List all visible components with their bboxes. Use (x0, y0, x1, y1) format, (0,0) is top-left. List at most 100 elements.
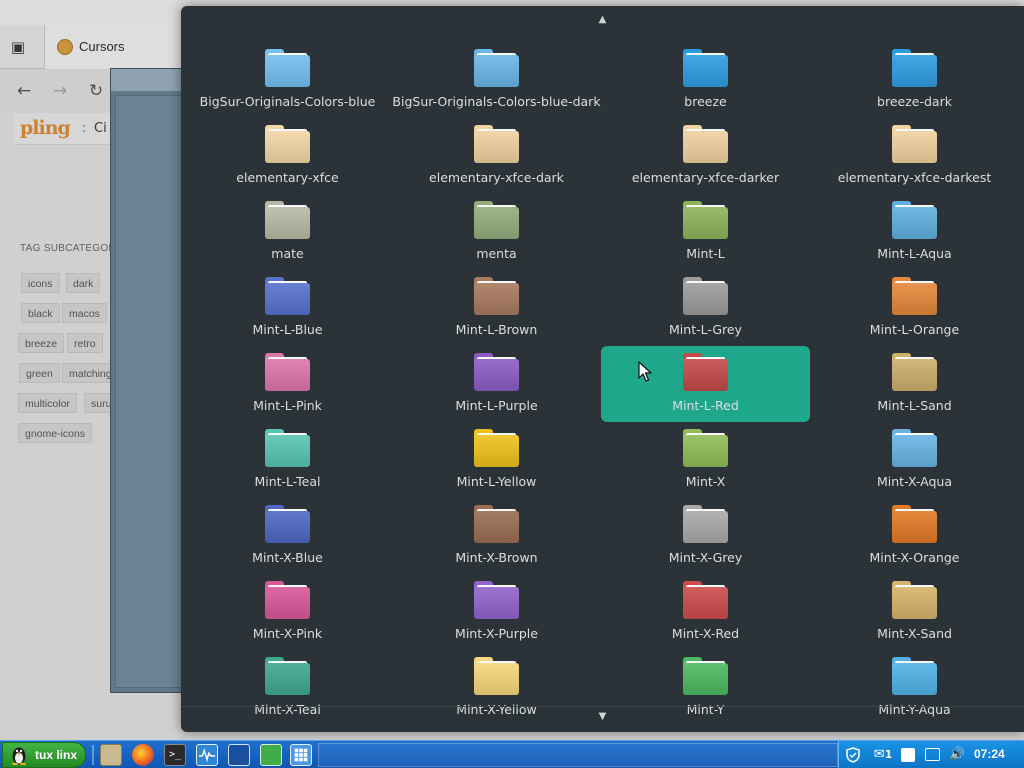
folder-icon (265, 429, 310, 467)
icon-theme-item[interactable]: Mint-X-Red (601, 574, 810, 650)
folder-icon (474, 277, 519, 315)
icon-theme-label: Mint-L-Purple (455, 398, 538, 413)
icon-theme-item[interactable]: Mint-L-Aqua (810, 194, 1019, 270)
icon-theme-label: Mint-L-Grey (669, 322, 742, 337)
icon-theme-label: Mint-L-Teal (254, 474, 321, 489)
keyboard-layout-icon[interactable] (925, 748, 940, 761)
icon-theme-label: Mint-X-Brown (455, 550, 538, 565)
icon-theme-item[interactable]: Mint-L-Sand (810, 346, 1019, 422)
clock[interactable]: 07:24 (974, 747, 1005, 761)
icon-theme-item[interactable]: Mint-X-Purple (392, 574, 601, 650)
icon-theme-item[interactable]: elementary-xfce (183, 118, 392, 194)
icon-theme-item[interactable]: breeze (601, 42, 810, 118)
folder-icon (683, 581, 728, 619)
icon-theme-item[interactable]: Mint-L (601, 194, 810, 270)
folder-icon (474, 657, 519, 695)
icon-theme-label: breeze-dark (877, 94, 952, 109)
icon-theme-item[interactable]: Mint-X-Sand (810, 574, 1019, 650)
folder-icon (683, 125, 728, 163)
icon-theme-item[interactable]: elementary-xfce-darkest (810, 118, 1019, 194)
icon-theme-item[interactable]: Mint-L-Brown (392, 270, 601, 346)
system-tray: ✉1 🔊 07:24 (838, 741, 1024, 768)
folder-icon (265, 581, 310, 619)
terminal-icon[interactable]: >_ (164, 744, 186, 766)
icon-theme-label: Mint-X-Aqua (877, 474, 952, 489)
icon-theme-item[interactable]: mate (183, 194, 392, 270)
icon-theme-label: elementary-xfce-dark (429, 170, 564, 185)
firefox-icon[interactable] (132, 744, 154, 766)
icon-theme-item[interactable]: Mint-L-Grey (601, 270, 810, 346)
archive-manager-icon[interactable] (260, 744, 282, 766)
folder-icon (683, 353, 728, 391)
icon-theme-item[interactable]: elementary-xfce-dark (392, 118, 601, 194)
mouse-pointer-icon (638, 361, 652, 382)
folder-icon (265, 505, 310, 543)
icon-theme-item[interactable]: Mint-L-Teal (183, 422, 392, 498)
icon-theme-item[interactable]: Mint-X-Blue (183, 498, 392, 574)
icon-theme-label: Mint-X-Blue (252, 550, 323, 565)
icon-theme-item[interactable]: Mint-X (601, 422, 810, 498)
folder-icon (474, 353, 519, 391)
folder-icon (892, 277, 937, 315)
icon-theme-item[interactable]: Mint-X-Pink (183, 574, 392, 650)
screenshot-tool-icon[interactable] (228, 744, 250, 766)
icon-theme-label: mate (271, 246, 304, 261)
icon-theme-item[interactable]: Mint-X-Grey (601, 498, 810, 574)
scroll-down-arrow-icon[interactable]: ▼ (181, 706, 1024, 726)
folder-icon (683, 657, 728, 695)
icon-theme-label: Mint-L-Pink (253, 398, 322, 413)
folder-icon (683, 49, 728, 87)
shield-icon[interactable] (845, 747, 861, 763)
icon-theme-label: BigSur-Originals-Colors-blue-dark (392, 94, 601, 109)
icon-theme-item[interactable]: Mint-L-Orange (810, 270, 1019, 346)
folder-icon (683, 505, 728, 543)
app-grid-icon[interactable] (290, 744, 312, 766)
folder-icon (683, 201, 728, 239)
folder-icon (892, 353, 937, 391)
icon-theme-label: elementary-xfce-darkest (837, 170, 992, 185)
file-manager-icon[interactable] (100, 744, 122, 766)
icon-theme-item[interactable]: BigSur-Originals-Colors-blue-dark (392, 42, 601, 118)
icon-theme-label: Mint-L (686, 246, 725, 261)
folder-icon (892, 125, 937, 163)
icon-theme-item[interactable]: breeze-dark (810, 42, 1019, 118)
icon-theme-label: elementary-xfce (236, 170, 339, 185)
icon-theme-item[interactable]: Mint-X-Brown (392, 498, 601, 574)
icon-theme-item[interactable]: BigSur-Originals-Colors-blue (183, 42, 392, 118)
start-menu-button[interactable]: tux linx (2, 742, 86, 768)
icon-theme-item[interactable]: Mint-L-Red (601, 346, 810, 422)
icon-theme-item[interactable]: Mint-X-Orange (810, 498, 1019, 574)
icon-theme-item[interactable]: Mint-L-Pink (183, 346, 392, 422)
icon-theme-item[interactable]: Mint-X-Aqua (810, 422, 1019, 498)
icon-theme-label: Mint-L-Sand (877, 398, 952, 413)
folder-icon (474, 125, 519, 163)
folder-icon (474, 49, 519, 87)
icon-theme-label: elementary-xfce-darker (631, 170, 780, 185)
folder-icon (265, 201, 310, 239)
volume-icon[interactable]: 🔊 (949, 747, 965, 763)
notification-count: 1 (884, 748, 893, 761)
icon-theme-grid: BigSur-Originals-Colors-blue BigSur-Origi… (181, 6, 1024, 717)
notification-bell-icon[interactable]: ✉1 (871, 747, 895, 763)
icon-theme-item[interactable]: Mint-L-Purple (392, 346, 601, 422)
icon-theme-label: Mint-X-Pink (252, 626, 323, 641)
folder-icon (683, 429, 728, 467)
folder-icon (474, 429, 519, 467)
icon-theme-label: Mint-L-Yellow (456, 474, 537, 489)
window-list[interactable] (318, 743, 838, 767)
icon-theme-item[interactable]: elementary-xfce-darker (601, 118, 810, 194)
clipboard-icon[interactable] (901, 748, 915, 762)
icon-theme-label: Mint-X-Orange (869, 550, 960, 565)
icon-theme-label: Mint-X (685, 474, 726, 489)
icon-theme-label: Mint-L-Brown (455, 322, 538, 337)
icon-theme-item[interactable]: menta (392, 194, 601, 270)
folder-icon (892, 49, 937, 87)
icon-theme-label: Mint-L-Orange (869, 322, 960, 337)
system-monitor-icon[interactable] (196, 744, 218, 766)
icon-theme-label: Mint-L-Red (672, 398, 739, 413)
icon-theme-picker: ▲ BigSur-Originals-Colors-blue BigSur-Ori… (181, 6, 1024, 732)
icon-theme-item[interactable]: Mint-L-Blue (183, 270, 392, 346)
tux-penguin-icon (12, 747, 26, 765)
icon-theme-item[interactable]: Mint-L-Yellow (392, 422, 601, 498)
folder-icon (474, 505, 519, 543)
